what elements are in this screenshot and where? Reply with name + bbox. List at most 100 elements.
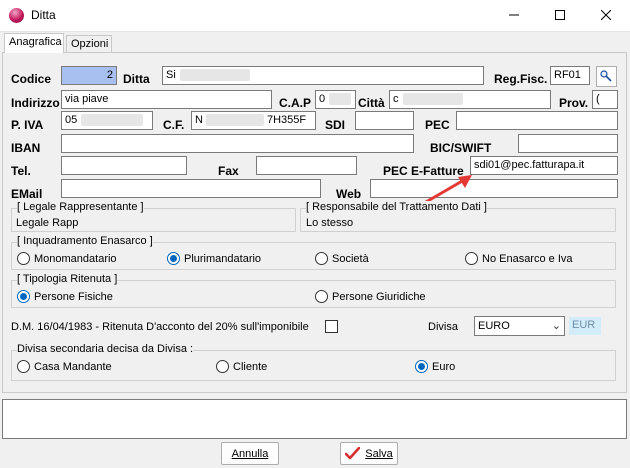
citta-label: Città (358, 96, 385, 110)
tab-label: Anagrafica (9, 36, 62, 48)
reg-fisc-label: Reg.Fisc. (494, 72, 548, 86)
citta-field[interactable]: c (389, 90, 551, 109)
radio-label: Persone Fisiche (34, 290, 113, 303)
radio-euro[interactable]: Euro (415, 360, 455, 373)
radio-label: Cliente (233, 360, 268, 373)
bic-field[interactable] (518, 134, 618, 153)
radio-societa[interactable]: Società (315, 252, 369, 265)
legale-value[interactable]: Legale Rapp (16, 217, 78, 229)
iban-label: IBAN (11, 141, 41, 155)
tab-label: Opzioni (71, 38, 109, 50)
minimize-icon (509, 14, 519, 16)
radio-circle (216, 360, 229, 373)
cap-value: 0 (319, 93, 326, 105)
divisa-value: EURO (478, 320, 510, 332)
radio-persone-giuridiche[interactable]: Persone Giuridiche (315, 290, 426, 303)
piva-field[interactable]: 05 (61, 111, 153, 130)
dm-ritenuta-checkbox[interactable] (325, 320, 338, 333)
ditta-value: Si (166, 69, 176, 81)
indirizzo-label: Indirizzo (11, 96, 60, 110)
responsabile-group-title: [ Responsabile del Trattamento Dati ] (306, 201, 487, 213)
ditta-field[interactable]: Si (162, 66, 484, 85)
annulla-button[interactable]: Annulla (221, 442, 279, 465)
radio-monomandatario[interactable]: Monomandatario (17, 252, 117, 265)
reg-fisc-lookup-button[interactable] (596, 66, 617, 87)
redacted-text (81, 114, 144, 126)
ditta-label: Ditta (123, 72, 150, 86)
codice-field[interactable]: 2 (61, 66, 117, 85)
indirizzo-field[interactable]: via piave (61, 90, 272, 109)
cap-field[interactable]: 0 (315, 90, 356, 109)
sdi-field[interactable] (355, 111, 414, 130)
notes-memo[interactable] (2, 399, 627, 439)
piva-value: 05 (65, 114, 78, 126)
web-field[interactable] (370, 179, 618, 198)
radio-circle (17, 360, 30, 373)
pec-field[interactable] (456, 111, 618, 130)
sdi-label: SDI (325, 118, 346, 132)
cf-value-end: 7H355F (266, 114, 307, 126)
email-label: EMail (11, 187, 43, 201)
maximize-icon (555, 10, 565, 20)
divisa-code: EUR (569, 317, 601, 335)
tel-label: Tel. (11, 164, 31, 178)
radio-circle (465, 252, 478, 265)
radio-persone-fisiche[interactable]: Persone Fisiche (17, 290, 113, 303)
iban-field[interactable] (61, 134, 414, 153)
codice-label: Codice (11, 72, 52, 86)
prov-label: Prov. (559, 96, 589, 110)
tab-opzioni[interactable]: Opzioni (66, 35, 112, 52)
radio-no-enasarco[interactable]: No Enasarco e Iva (465, 252, 573, 265)
citta-value: c (393, 93, 399, 105)
pec-label: PEC (425, 118, 450, 132)
salva-button[interactable]: Salva (340, 442, 398, 465)
cap-label: C.A.P (279, 96, 312, 110)
dm-ritenuta-label: D.M. 16/04/1983 - Ritenuta D'acconto del… (11, 321, 309, 333)
radio-plurimandatario[interactable]: Plurimandatario (167, 252, 261, 265)
legale-group-title: [ Legale Rappresentante ] (17, 201, 144, 213)
prov-field[interactable]: ( (592, 90, 618, 109)
radio-label: Società (332, 252, 369, 265)
radio-label: No Enasarco e Iva (482, 252, 573, 265)
radio-label: Monomandatario (34, 252, 117, 265)
divisa-secondaria-title: Divisa secondaria decisa da Divisa : (17, 343, 194, 355)
radio-cliente[interactable]: Cliente (216, 360, 267, 373)
radio-circle (315, 290, 328, 303)
tab-anagrafica[interactable]: Anagrafica (4, 33, 64, 53)
redacted-text (402, 93, 463, 105)
window-title: Ditta (31, 8, 56, 22)
divisa-select[interactable]: EURO ⌄ (474, 316, 565, 336)
divisa-label: Divisa (428, 321, 458, 333)
ritenuta-group-title: [ Tipologia Ritenuta ] (17, 273, 118, 285)
fax-field[interactable] (256, 156, 357, 175)
web-label: Web (336, 187, 362, 201)
radio-circle (415, 360, 428, 373)
lookup-icon (600, 70, 612, 82)
chevron-down-icon: ⌄ (551, 320, 561, 332)
salva-label: Salva (365, 447, 393, 460)
enasarco-group-title: [ Inquadramento Enasarco ] (17, 235, 153, 247)
maximize-button[interactable] (537, 0, 583, 30)
pec-fatture-field[interactable]: sdi01@pec.fatturapa.it (470, 156, 618, 175)
radio-label: Persone Giuridiche (332, 290, 426, 303)
redacted-text (179, 69, 250, 81)
salva-check-icon (345, 447, 361, 460)
minimize-button[interactable] (491, 0, 537, 30)
fax-label: Fax (218, 164, 239, 178)
annulla-label: Annulla (231, 447, 269, 460)
app-logo-icon (9, 8, 24, 23)
responsabile-value[interactable]: Lo stesso (306, 217, 353, 229)
radio-casa-mandante[interactable]: Casa Mandante (17, 360, 112, 373)
bic-label: BIC/SWIFT (430, 141, 492, 155)
redacted-text (205, 114, 264, 126)
email-field[interactable] (61, 179, 321, 198)
radio-label: Plurimandatario (184, 252, 262, 265)
close-button[interactable] (583, 0, 629, 30)
reg-fisc-field[interactable]: RF01 (550, 66, 590, 85)
tel-field[interactable] (61, 156, 187, 175)
cf-value-start: N (195, 114, 203, 126)
cf-field[interactable]: N 7H355F (191, 111, 316, 130)
piva-label: P. IVA (11, 118, 44, 132)
radio-circle (315, 252, 328, 265)
radio-label: Euro (432, 360, 456, 373)
